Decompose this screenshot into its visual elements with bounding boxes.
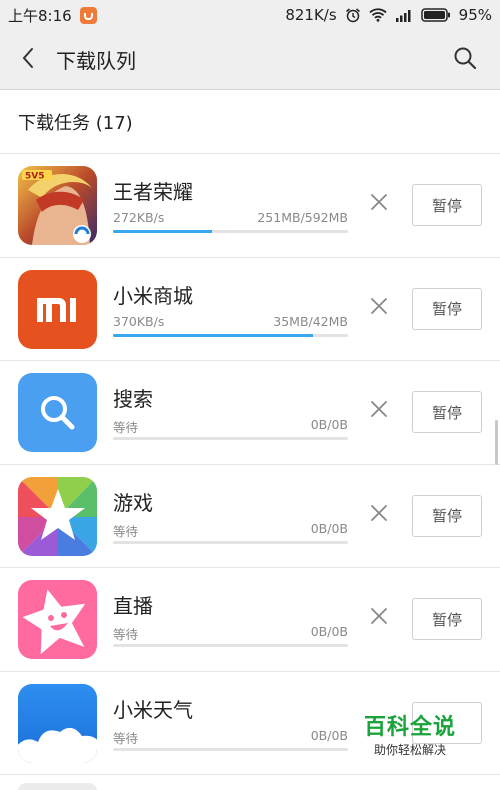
alarm-icon bbox=[345, 7, 361, 23]
download-size: 35MB/42MB bbox=[273, 313, 348, 329]
cancel-button[interactable] bbox=[366, 295, 392, 321]
close-icon bbox=[370, 607, 388, 629]
search-app-icon bbox=[18, 373, 97, 452]
search-icon bbox=[453, 46, 477, 74]
cancel-button[interactable] bbox=[366, 191, 392, 217]
progress-fill bbox=[113, 230, 212, 233]
progress-bar bbox=[113, 747, 348, 751]
watermark: 百科全说 助你轻松解决 bbox=[362, 715, 458, 758]
progress-bar bbox=[113, 540, 348, 544]
chevron-left-icon bbox=[21, 47, 35, 73]
back-button[interactable] bbox=[0, 30, 56, 90]
download-item: 小米商城 370KB/s 35MB/42MB 暂停 bbox=[0, 258, 500, 361]
download-size: 251MB/592MB bbox=[257, 210, 348, 225]
app-header: 下载队列 bbox=[0, 30, 500, 90]
app-name: 小米天气 bbox=[113, 697, 193, 722]
pause-button[interactable]: 暂停 bbox=[412, 391, 482, 433]
weather-cloud-icon bbox=[18, 683, 97, 763]
progress-bar bbox=[113, 437, 348, 440]
notification-icon bbox=[79, 6, 97, 24]
app-name: 游戏 bbox=[113, 490, 153, 515]
download-item: 搜索 等待 0B/0B 暂停 bbox=[0, 361, 500, 465]
watermark-title: 百科全说 bbox=[363, 715, 456, 740]
cancel-button[interactable] bbox=[366, 398, 392, 424]
status-bar: 上午8:16 821K/s 95% bbox=[0, 0, 500, 30]
page-title: 下载队列 bbox=[56, 49, 136, 73]
download-speed: 等待 bbox=[113, 730, 139, 746]
app-name: 直播 bbox=[113, 594, 153, 618]
watermark-subtitle: 助你轻松解决 bbox=[373, 743, 446, 757]
network-speed: 821K/s bbox=[285, 6, 337, 24]
close-icon bbox=[370, 297, 388, 319]
app-name: 王者荣耀 bbox=[113, 180, 193, 204]
wifi-icon bbox=[369, 8, 387, 22]
battery-level: 95% bbox=[458, 6, 492, 24]
progress-bar bbox=[113, 644, 348, 647]
close-icon bbox=[370, 193, 388, 215]
battery-icon bbox=[420, 8, 451, 22]
download-speed: 370KB/s bbox=[113, 313, 165, 329]
pause-button[interactable]: 暂停 bbox=[412, 184, 482, 226]
search-button[interactable] bbox=[430, 30, 500, 90]
download-speed: 等待 bbox=[113, 523, 139, 539]
mi-store-icon bbox=[18, 269, 97, 349]
download-size: 0B/0B bbox=[310, 417, 348, 432]
next-item-peek bbox=[18, 783, 97, 790]
honor-of-kings-icon: 5V5 bbox=[18, 166, 97, 245]
progress-fill bbox=[113, 333, 313, 337]
download-item: 游戏 等待 0B/0B 暂停 bbox=[0, 465, 500, 568]
cancel-button[interactable] bbox=[366, 502, 392, 528]
progress-bar bbox=[113, 333, 348, 337]
download-speed: 等待 bbox=[113, 420, 139, 435]
download-size: 0B/0B bbox=[310, 520, 348, 536]
close-icon bbox=[370, 504, 388, 526]
pause-button[interactable]: 暂停 bbox=[412, 494, 482, 537]
app-name: 搜索 bbox=[113, 387, 153, 411]
app-name: 小米商城 bbox=[113, 283, 193, 308]
download-size: 0B/0B bbox=[310, 727, 348, 743]
download-speed: 272KB/s bbox=[113, 210, 165, 225]
download-list: 5V5 王者荣耀 272KB/s 251MB/592MB 暂停 小米商城 370… bbox=[0, 154, 500, 775]
download-item: 5V5 王者荣耀 272KB/s 251MB/592MB 暂停 bbox=[0, 154, 500, 258]
pause-button[interactable]: 暂停 bbox=[412, 598, 482, 640]
signal-icon bbox=[395, 8, 413, 22]
scrollbar[interactable] bbox=[495, 420, 498, 465]
pause-button[interactable]: 暂停 bbox=[412, 287, 482, 330]
live-star-icon bbox=[18, 580, 97, 659]
download-item: 直播 等待 0B/0B 暂停 bbox=[0, 568, 500, 672]
progress-bar bbox=[113, 230, 348, 233]
status-time: 上午8:16 bbox=[8, 6, 72, 25]
section-title: 下载任务 (17) bbox=[0, 91, 500, 154]
download-speed: 等待 bbox=[113, 627, 139, 642]
download-size: 0B/0B bbox=[310, 624, 348, 639]
game-star-icon bbox=[18, 476, 97, 556]
cancel-button[interactable] bbox=[366, 605, 392, 631]
close-icon bbox=[370, 400, 388, 422]
svg-text:5V5: 5V5 bbox=[25, 172, 45, 182]
